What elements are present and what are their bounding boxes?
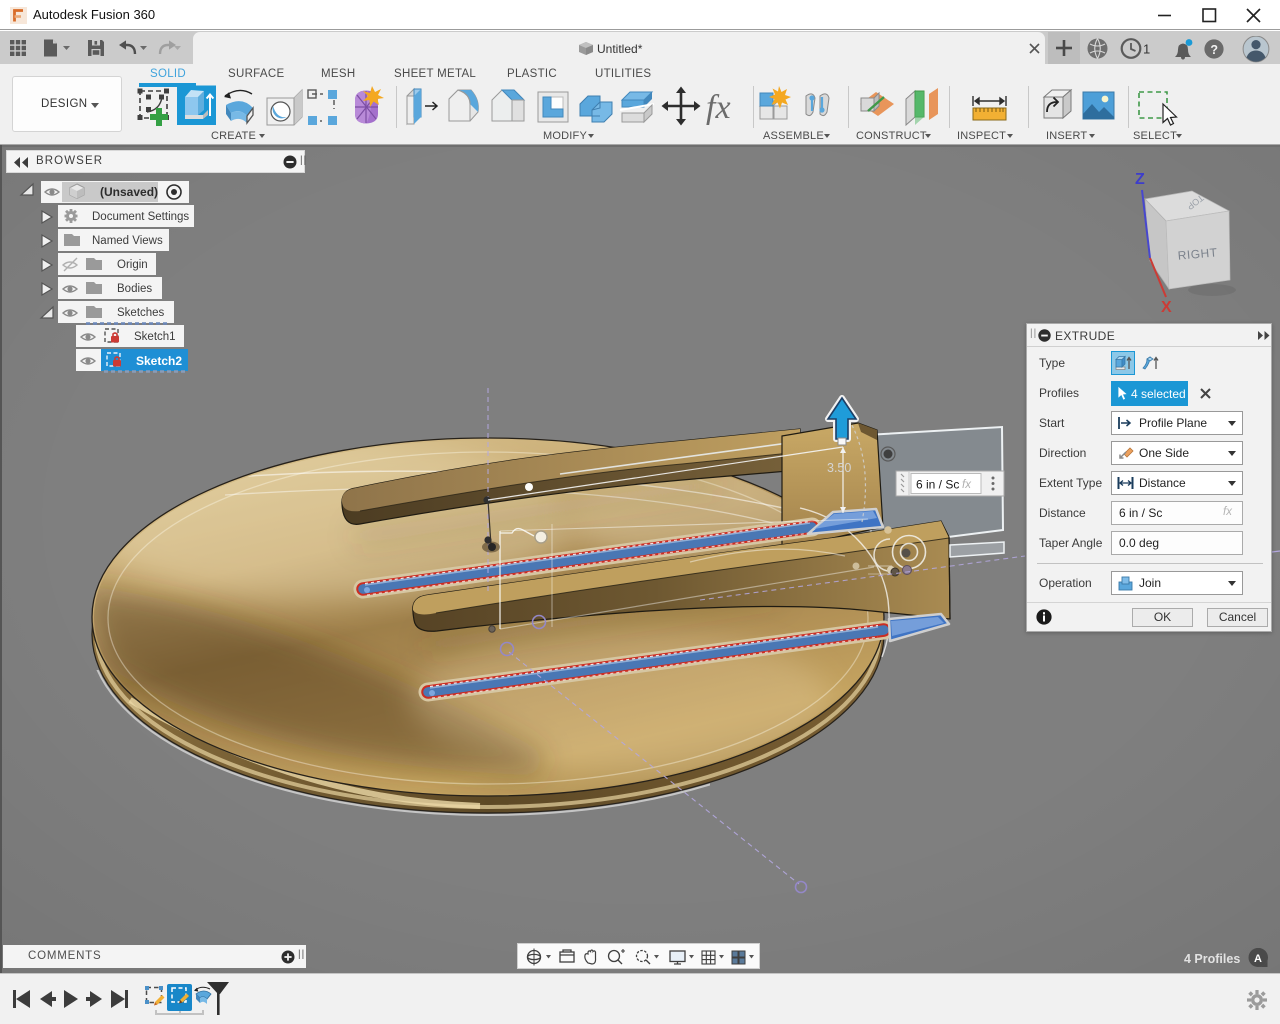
svg-text:6 in / Sc: 6 in / Sc <box>916 478 959 492</box>
svg-text:Sketch1: Sketch1 <box>134 331 176 343</box>
svg-text:Z: Z <box>1135 171 1145 188</box>
svg-text:Named Views: Named Views <box>92 235 163 247</box>
svg-text:Sketch2: Sketch2 <box>136 354 182 368</box>
svg-text:Sketches: Sketches <box>117 307 165 319</box>
svg-text:Bodies: Bodies <box>117 283 152 295</box>
svg-text:(Unsaved): (Unsaved) <box>100 185 158 199</box>
svg-text:Origin: Origin <box>117 259 148 271</box>
svg-text:fx: fx <box>962 479 972 491</box>
svg-text:4 Profiles: 4 Profiles <box>1184 952 1240 966</box>
svg-text:Document Settings: Document Settings <box>92 211 189 223</box>
svg-text:A: A <box>1254 953 1262 965</box>
svg-text:X: X <box>1161 299 1172 316</box>
svg-text:3.50: 3.50 <box>827 461 851 475</box>
